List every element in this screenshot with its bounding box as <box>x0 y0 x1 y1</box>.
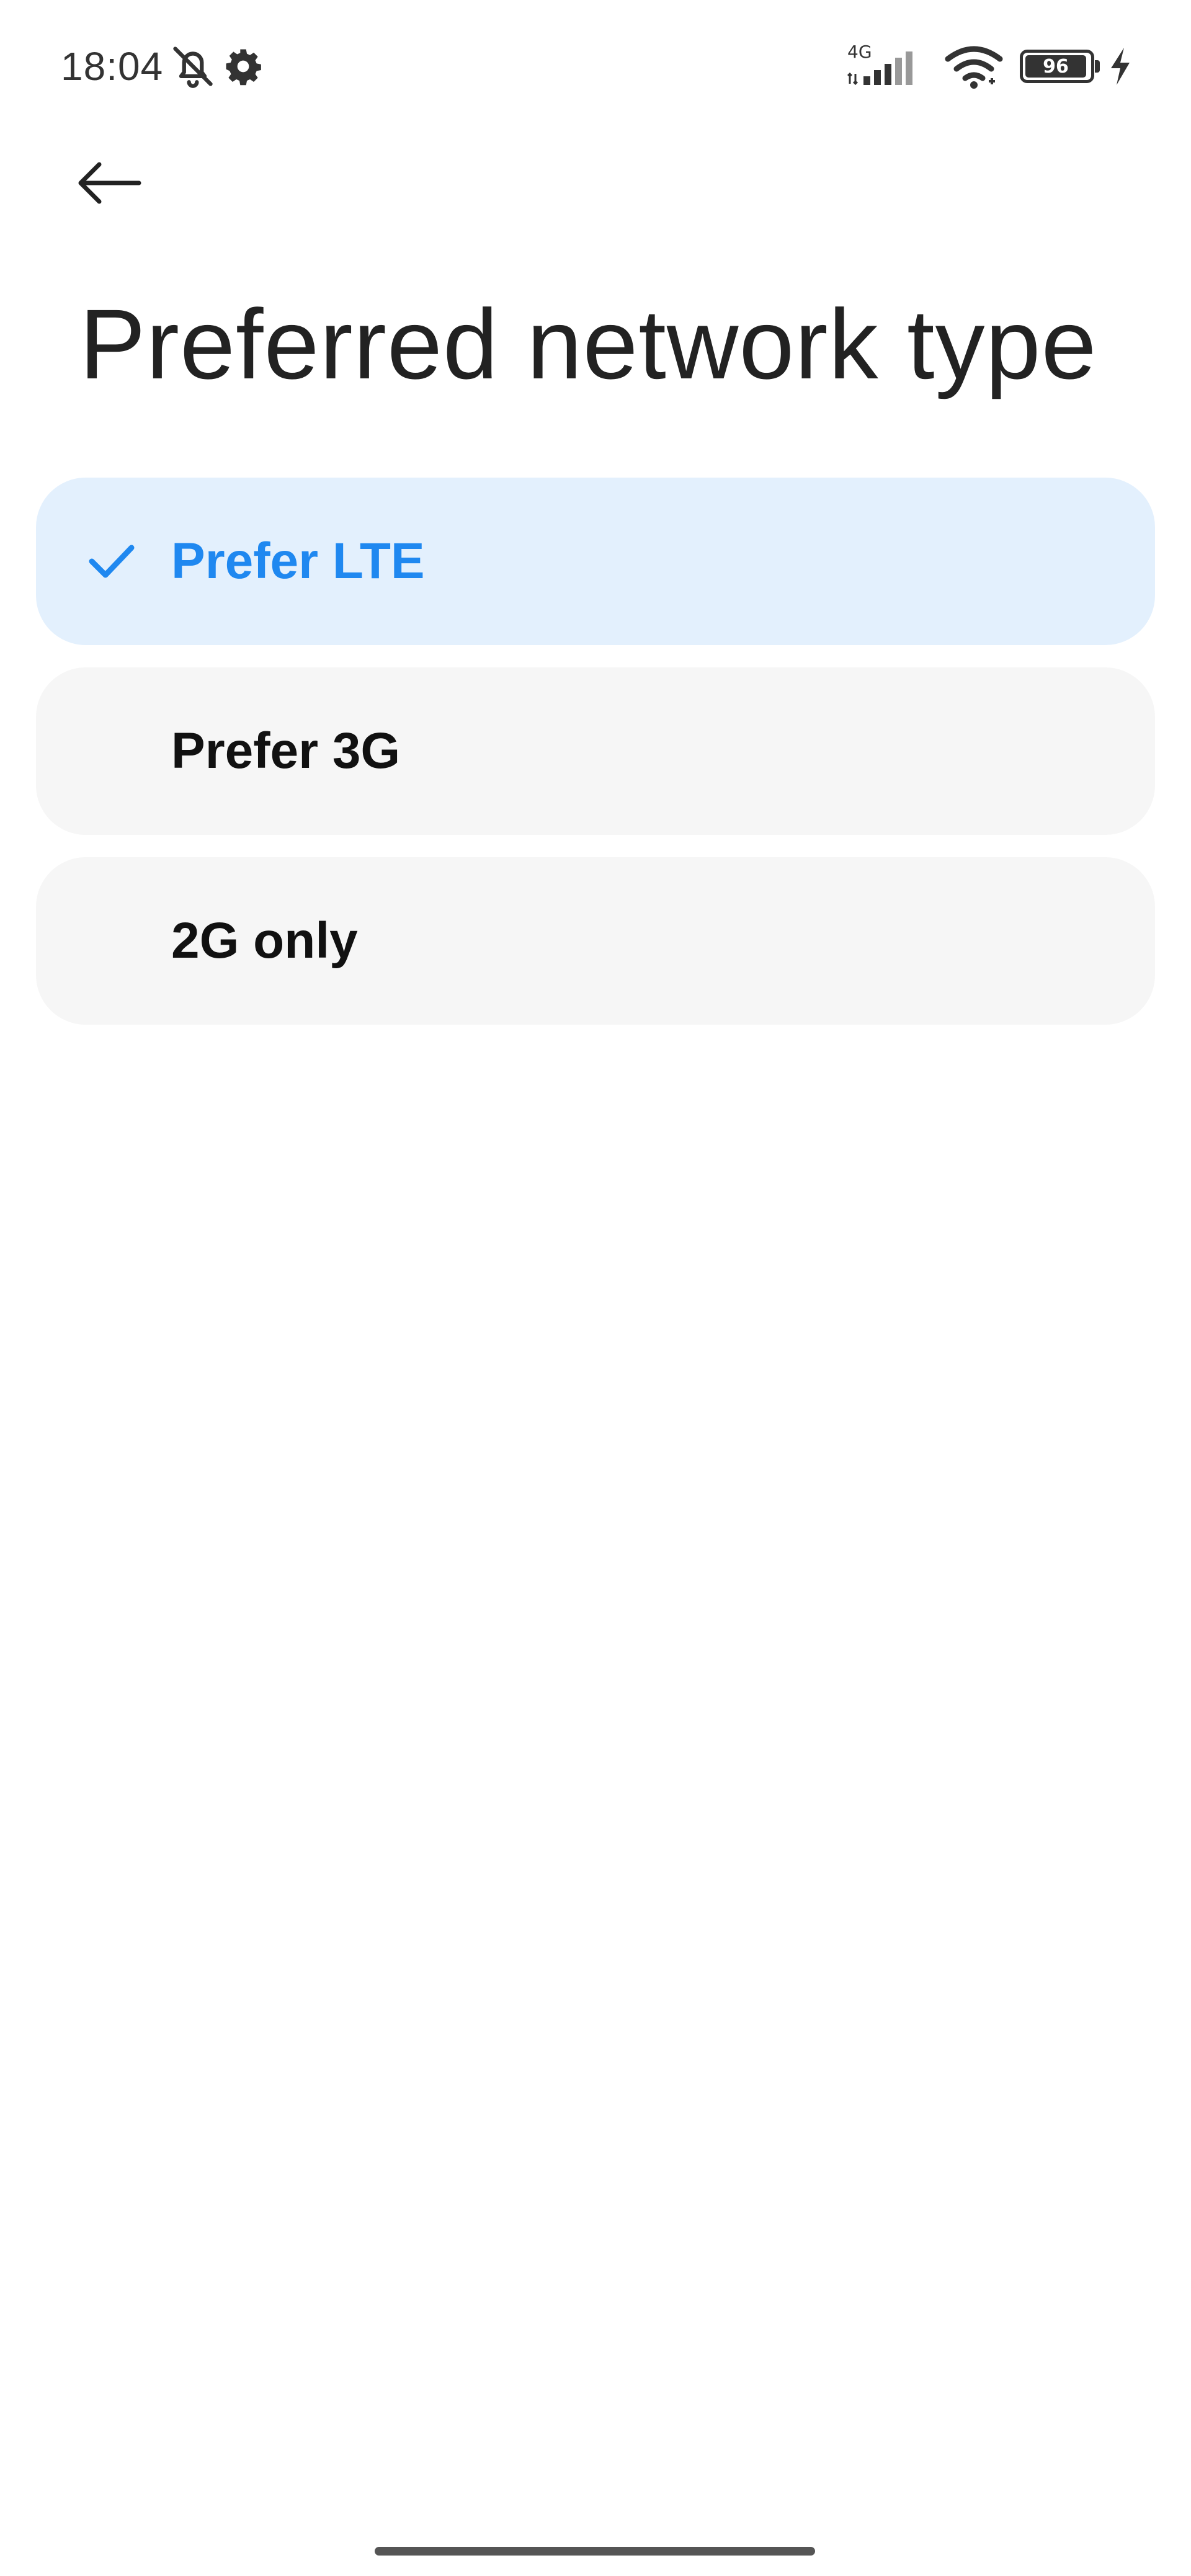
home-indicator[interactable] <box>375 2547 815 2556</box>
settings-gear-icon <box>223 46 264 87</box>
battery-fill: 96 <box>1025 55 1086 78</box>
option-label: 2G only <box>171 912 358 969</box>
option-2g-only[interactable]: 2G only <box>36 857 1155 1025</box>
battery-icon: 96 <box>1020 50 1100 83</box>
charging-bolt-icon <box>1109 48 1131 85</box>
network-type-options: Prefer LTE Prefer 3G 2G only <box>36 478 1155 1047</box>
battery-level: 96 <box>1043 55 1069 78</box>
signal-icon: 4G <box>847 42 928 91</box>
option-label: Prefer 3G <box>171 723 401 779</box>
battery-tip <box>1095 60 1100 73</box>
status-bar-right: 4G 96 <box>847 38 1131 94</box>
option-prefer-3g[interactable]: Prefer 3G <box>36 667 1155 835</box>
option-label: Prefer LTE <box>171 533 425 589</box>
status-bar: 18:04 4G 96 <box>0 0 1191 130</box>
status-time: 18:04 <box>61 44 164 89</box>
wifi-icon <box>943 43 1005 90</box>
page-title: Preferred network type <box>79 288 1097 399</box>
status-bar-left: 18:04 <box>61 38 264 94</box>
option-prefer-lte[interactable]: Prefer LTE <box>36 478 1155 645</box>
checkmark-icon <box>87 537 136 586</box>
back-button[interactable] <box>74 149 167 217</box>
bell-off-icon <box>169 43 216 90</box>
arrow-left-icon <box>74 158 143 208</box>
